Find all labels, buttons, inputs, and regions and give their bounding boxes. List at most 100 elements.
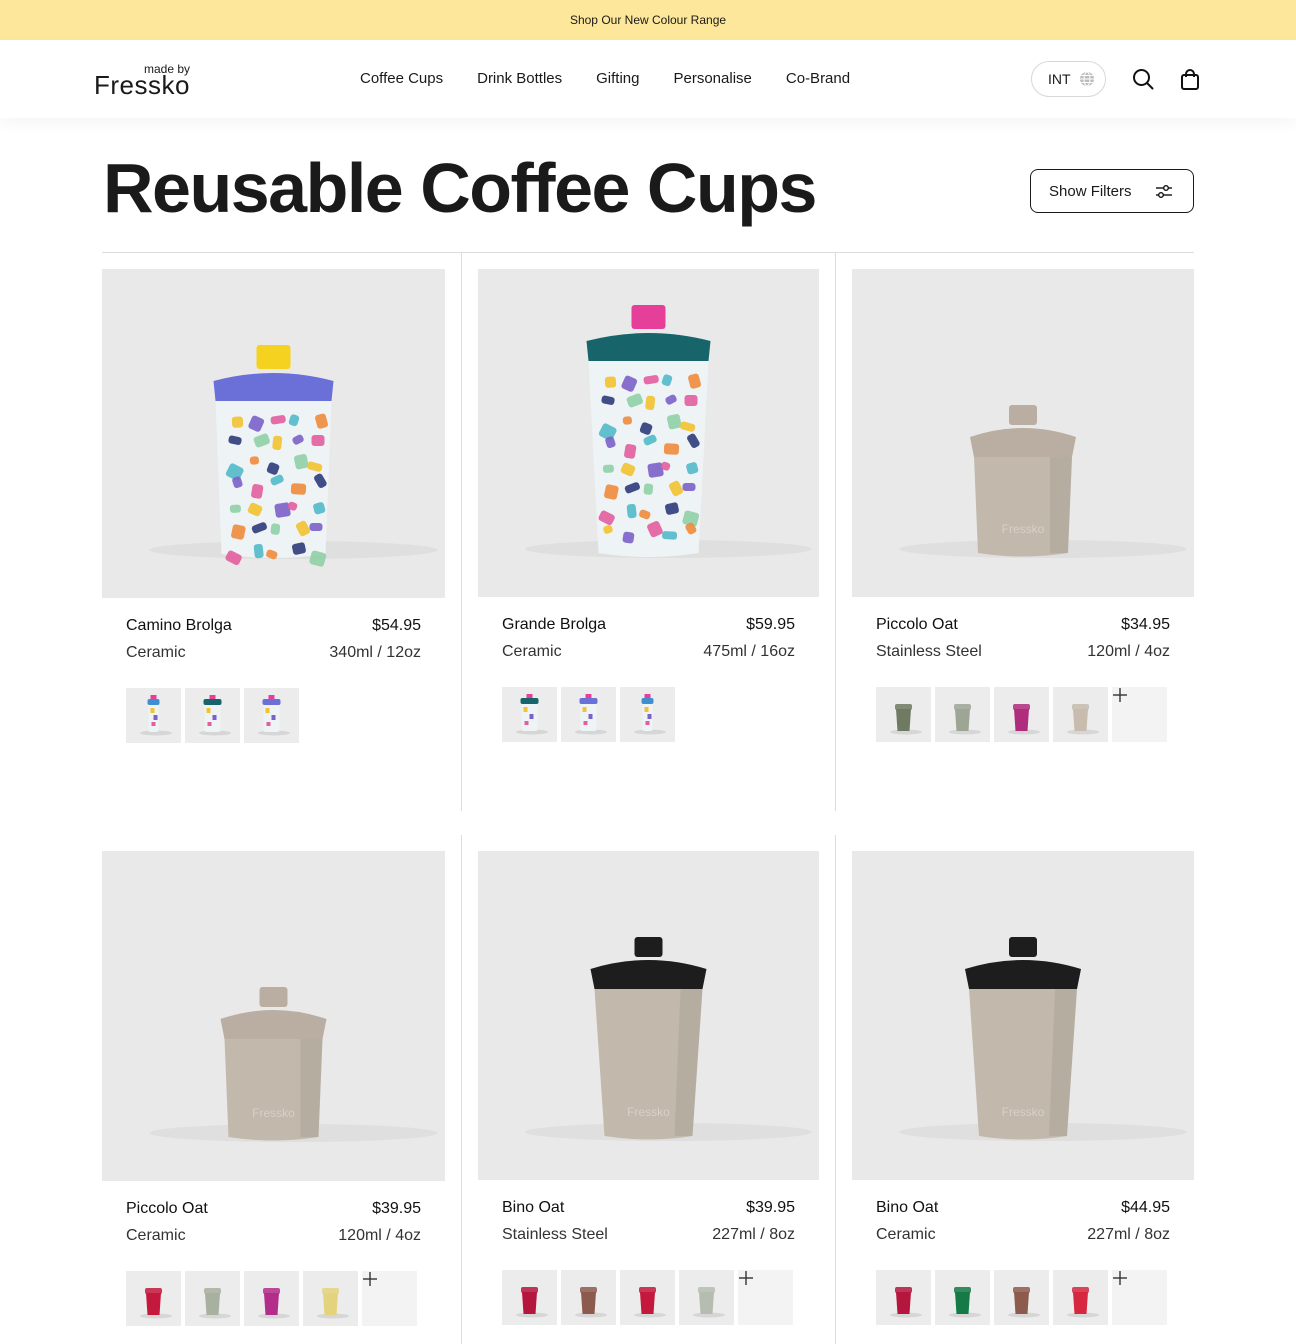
- product-image[interactable]: [102, 269, 445, 598]
- region-selector[interactable]: INT: [1031, 61, 1106, 97]
- product-card[interactable]: Fressko Piccolo Oat $34.95 Stainless Steel 1…: [852, 269, 1194, 749]
- region-label: INT: [1048, 71, 1071, 87]
- plus-icon: [739, 1271, 753, 1285]
- color-swatch[interactable]: [876, 1270, 931, 1325]
- product-image[interactable]: Fressko: [102, 851, 445, 1181]
- search-icon[interactable]: [1132, 68, 1154, 90]
- product-card[interactable]: Fressko Bino Oat $39.95 Stainless Steel 227m…: [478, 851, 819, 1331]
- product-material: Ceramic: [502, 643, 562, 660]
- product-price: $44.95: [1121, 1199, 1170, 1216]
- site-header: made by Fressko Coffee Cups Drink Bottle…: [0, 40, 1296, 118]
- nav-gifting[interactable]: Gifting: [596, 70, 639, 87]
- product-material: Ceramic: [126, 1227, 186, 1244]
- product-name[interactable]: Bino Oat: [876, 1199, 938, 1217]
- product-image[interactable]: [478, 269, 819, 597]
- color-swatch[interactable]: [502, 1270, 557, 1325]
- nav-personalise[interactable]: Personalise: [674, 70, 752, 87]
- more-colors-button[interactable]: [738, 1270, 793, 1325]
- main-nav: Coffee Cups Drink Bottles Gifting Person…: [360, 70, 884, 87]
- color-swatch[interactable]: [1053, 687, 1108, 742]
- color-swatch[interactable]: [303, 1271, 358, 1326]
- globe-icon: [1079, 71, 1094, 87]
- color-swatches: [126, 688, 299, 743]
- show-filters-label: Show Filters: [1049, 182, 1132, 200]
- product-price: $34.95: [1121, 616, 1170, 633]
- color-swatch[interactable]: [244, 688, 299, 743]
- product-card[interactable]: Fressko Bino Oat $44.95 Ceramic 227ml / 8oz: [852, 851, 1194, 1331]
- color-swatch[interactable]: [502, 687, 557, 742]
- sliders-icon: [1156, 185, 1172, 198]
- product-name[interactable]: Grande Brolga: [502, 616, 606, 634]
- product-name[interactable]: Piccolo Oat: [126, 1200, 208, 1218]
- product-size: 340ml / 12oz: [329, 644, 421, 661]
- nav-drink-bottles[interactable]: Drink Bottles: [477, 70, 562, 87]
- color-swatch[interactable]: [935, 687, 990, 742]
- product-image[interactable]: Fressko: [852, 851, 1194, 1180]
- product-material: Ceramic: [876, 1226, 936, 1243]
- product-size: 475ml / 16oz: [703, 643, 795, 660]
- svg-text:Fressko: Fressko: [1002, 522, 1045, 536]
- color-swatches: [502, 1270, 793, 1325]
- color-swatch[interactable]: [679, 1270, 734, 1325]
- plus-icon: [363, 1272, 377, 1286]
- color-swatch[interactable]: [244, 1271, 299, 1326]
- product-name[interactable]: Piccolo Oat: [876, 616, 958, 634]
- color-swatch[interactable]: [126, 1271, 181, 1326]
- svg-text:Fressko: Fressko: [627, 1105, 670, 1119]
- color-swatch[interactable]: [1053, 1270, 1108, 1325]
- announcement-text[interactable]: Shop Our New Colour Range: [570, 13, 726, 27]
- title-divider: [102, 252, 1194, 253]
- product-price: $54.95: [372, 617, 421, 634]
- product-image[interactable]: Fressko: [852, 269, 1194, 597]
- color-swatch[interactable]: [935, 1270, 990, 1325]
- logo[interactable]: made by Fressko: [94, 62, 194, 100]
- color-swatch[interactable]: [994, 1270, 1049, 1325]
- product-name[interactable]: Bino Oat: [502, 1199, 564, 1217]
- page-title: Reusable Coffee Cups: [103, 149, 817, 227]
- product-price: $39.95: [372, 1200, 421, 1217]
- product-size: 120ml / 4oz: [338, 1227, 421, 1244]
- color-swatches: [502, 687, 675, 742]
- product-card[interactable]: Fressko Piccolo Oat $39.95 Ceramic 120ml / 4…: [102, 851, 445, 1331]
- color-swatch[interactable]: [561, 1270, 616, 1325]
- color-swatch[interactable]: [620, 687, 675, 742]
- product-size: 120ml / 4oz: [1087, 643, 1170, 660]
- color-swatch[interactable]: [185, 1271, 240, 1326]
- color-swatches: [876, 687, 1167, 742]
- product-price: $59.95: [746, 616, 795, 633]
- product-material: Ceramic: [126, 644, 186, 661]
- grid-divider: [835, 253, 836, 811]
- svg-text:Fressko: Fressko: [1002, 1105, 1045, 1119]
- color-swatch[interactable]: [185, 688, 240, 743]
- nav-co-brand[interactable]: Co-Brand: [786, 70, 850, 87]
- more-colors-button[interactable]: [1112, 1270, 1167, 1325]
- color-swatch[interactable]: [620, 1270, 675, 1325]
- color-swatch[interactable]: [876, 687, 931, 742]
- announcement-bar[interactable]: Shop Our New Colour Range: [0, 0, 1296, 40]
- product-card[interactable]: Grande Brolga $59.95 Ceramic 475ml / 16oz: [478, 269, 819, 749]
- logo-brand: Fressko: [94, 70, 190, 100]
- plus-icon: [1113, 1271, 1127, 1285]
- color-swatch[interactable]: [126, 688, 181, 743]
- product-image[interactable]: Fressko: [478, 851, 819, 1180]
- product-material: Stainless Steel: [502, 1226, 608, 1243]
- show-filters-button[interactable]: Show Filters: [1030, 169, 1194, 213]
- more-colors-button[interactable]: [362, 1271, 417, 1326]
- color-swatches: [876, 1270, 1167, 1325]
- bag-icon[interactable]: [1179, 68, 1201, 90]
- product-card[interactable]: Camino Brolga $54.95 Ceramic 340ml / 12oz: [102, 269, 445, 749]
- color-swatches: [126, 1271, 417, 1326]
- grid-divider: [461, 835, 462, 1344]
- color-swatch[interactable]: [994, 687, 1049, 742]
- more-colors-button[interactable]: [1112, 687, 1167, 742]
- product-name[interactable]: Camino Brolga: [126, 617, 232, 635]
- svg-text:Fressko: Fressko: [252, 1106, 295, 1120]
- nav-coffee-cups[interactable]: Coffee Cups: [360, 70, 443, 87]
- product-price: $39.95: [746, 1199, 795, 1216]
- plus-icon: [1113, 688, 1127, 702]
- product-size: 227ml / 8oz: [712, 1226, 795, 1243]
- color-swatch[interactable]: [561, 687, 616, 742]
- product-material: Stainless Steel: [876, 643, 982, 660]
- product-size: 227ml / 8oz: [1087, 1226, 1170, 1243]
- grid-divider: [835, 835, 836, 1344]
